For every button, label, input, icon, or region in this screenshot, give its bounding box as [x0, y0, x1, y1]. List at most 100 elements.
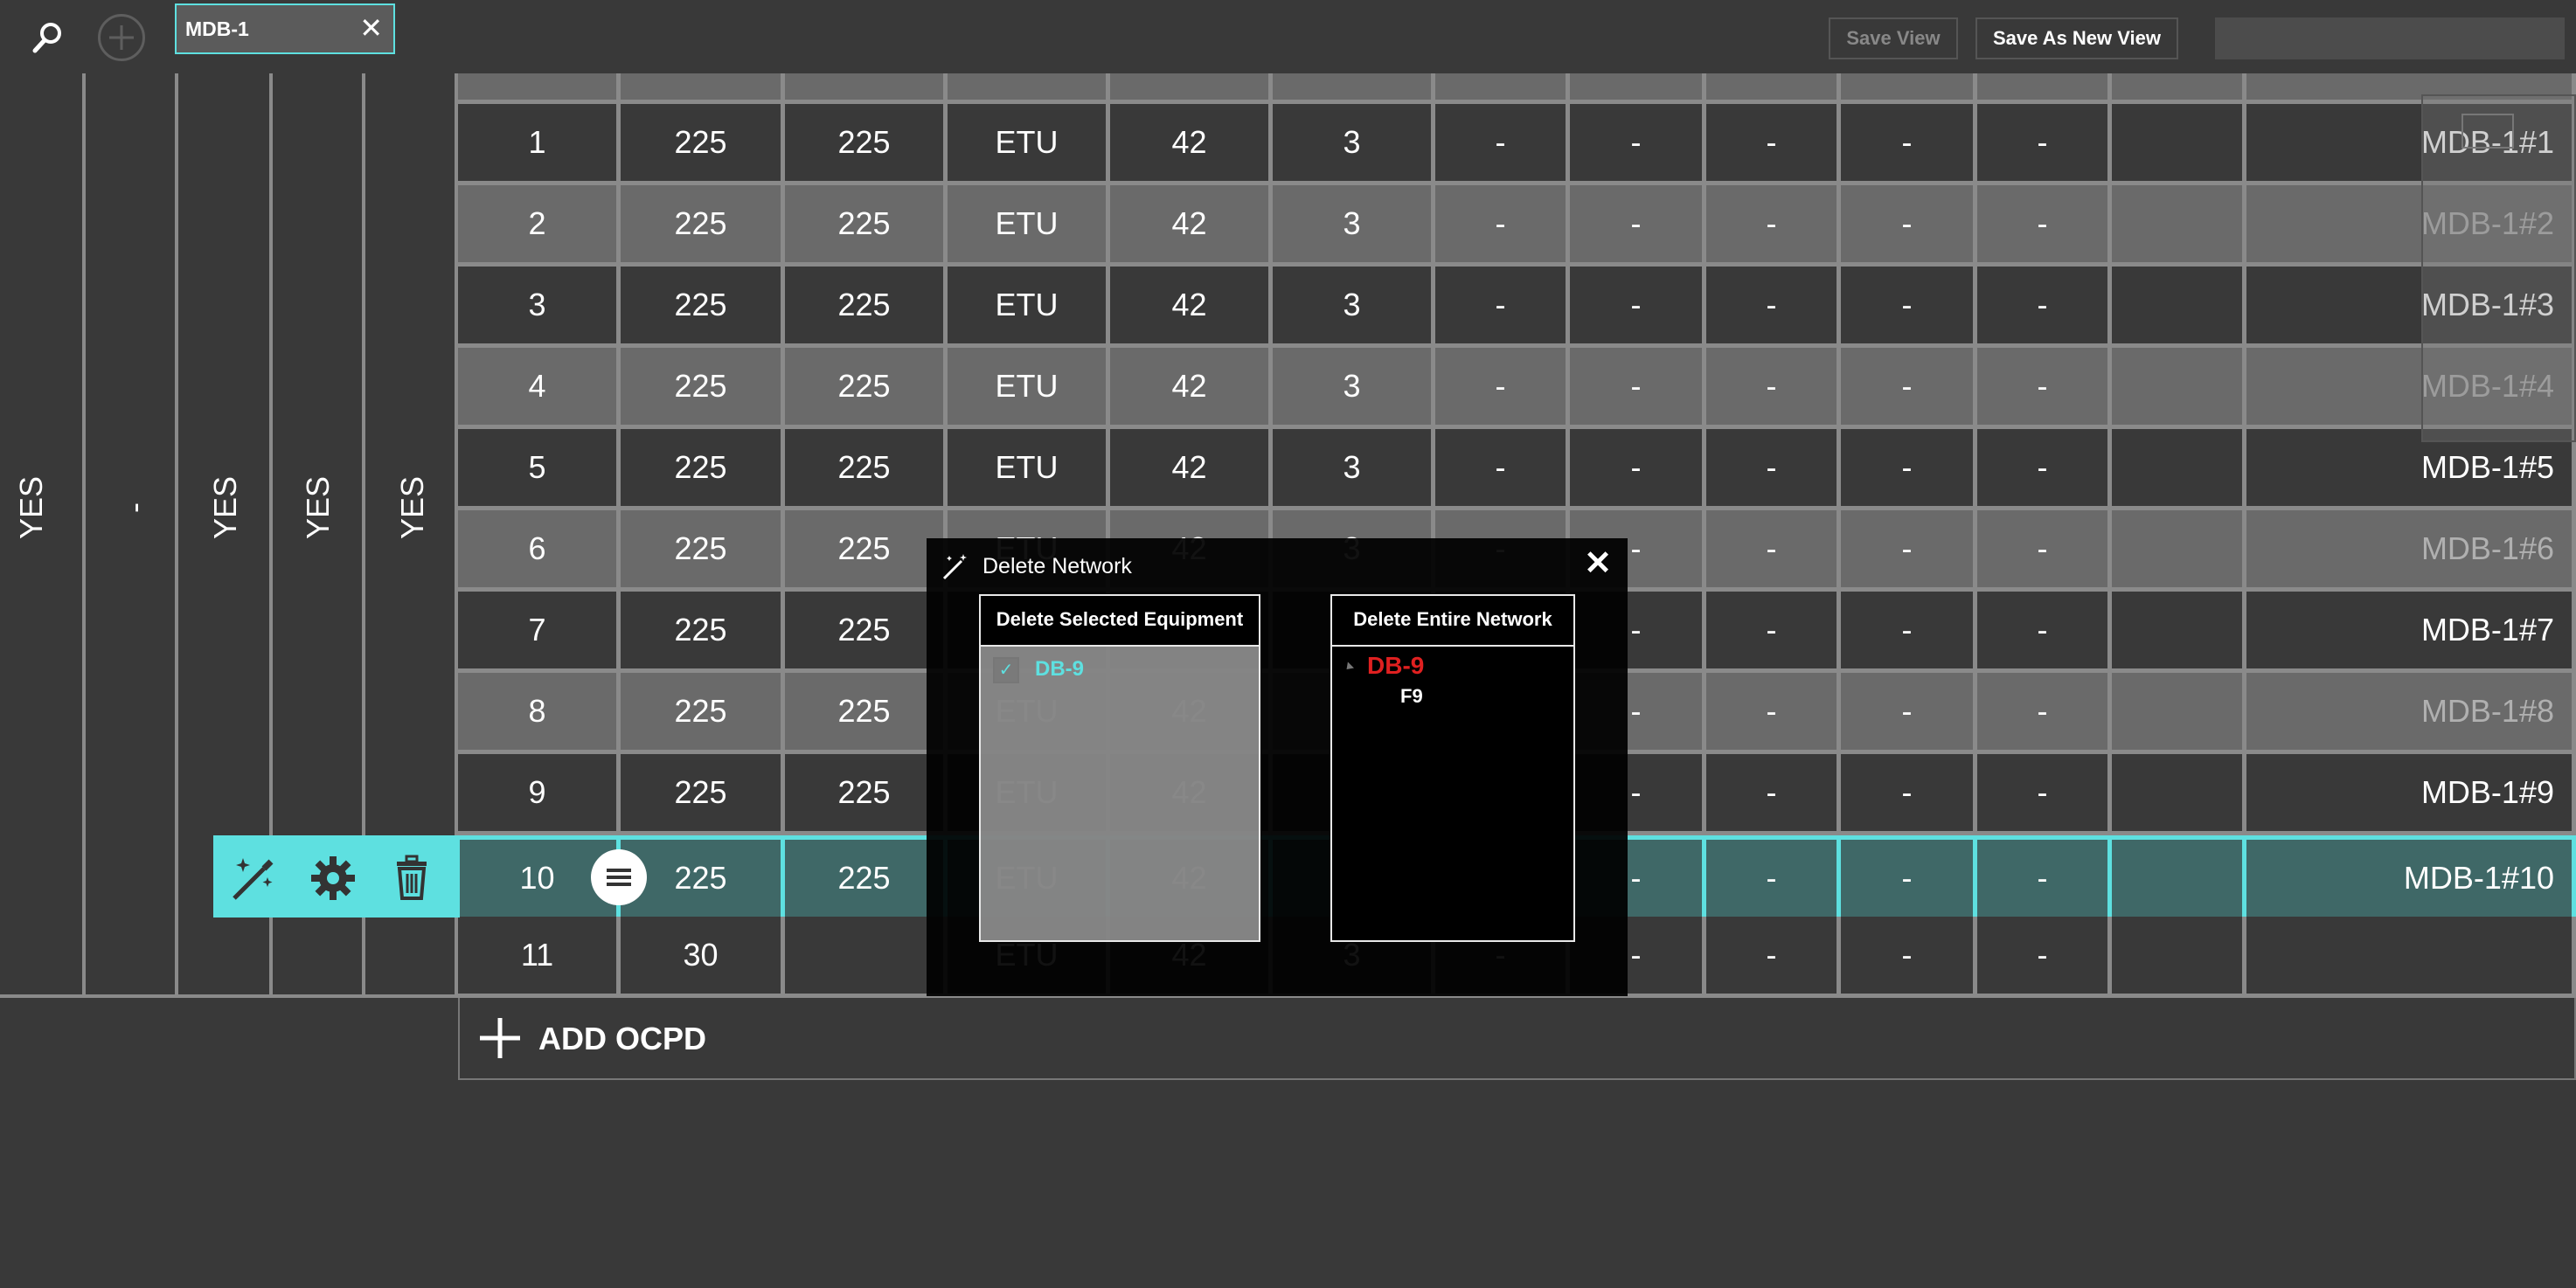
table-cell[interactable]: -: [1977, 185, 2112, 267]
table-cell[interactable]: 3: [1273, 267, 1435, 348]
table-cell[interactable]: -: [1977, 348, 2112, 429]
table-row[interactable]: 5 225 225 ETU 42 3- - - - - MDB-1#5: [458, 429, 2576, 510]
tree-expand-icon[interactable]: [1343, 661, 1355, 673]
table-cell[interactable]: -: [1706, 840, 1841, 921]
table-cell[interactable]: 42: [1110, 267, 1273, 348]
table-cell[interactable]: 225: [785, 510, 948, 592]
table-cell[interactable]: [2112, 754, 2246, 835]
table-cell[interactable]: -: [1706, 592, 1841, 673]
ocpd-name-cell[interactable]: MDB-1#10: [2246, 840, 2576, 921]
table-cell[interactable]: 7: [458, 592, 621, 673]
table-cell[interactable]: -: [1706, 104, 1841, 185]
table-row[interactable]: 1 225 225 ETU 42 3- - - - - MDB-1#1: [458, 104, 2576, 185]
table-cell[interactable]: 225: [621, 267, 785, 348]
table-cell[interactable]: -: [1841, 673, 1977, 754]
table-cell[interactable]: -: [1841, 104, 1977, 185]
table-cell[interactable]: ETU: [948, 104, 1110, 185]
close-icon[interactable]: ✕: [1584, 547, 1612, 580]
table-cell[interactable]: -: [1977, 917, 2112, 996]
table-row[interactable]: 2 225 225 ETU 42 3- - - - - MDB-1#2: [458, 185, 2576, 267]
table-cell[interactable]: -: [1570, 348, 1706, 429]
table-cell[interactable]: [1570, 73, 1706, 104]
table-cell[interactable]: 225: [621, 429, 785, 510]
delete-entire-network-button[interactable]: Delete Entire Network: [1332, 596, 1573, 647]
table-cell[interactable]: -: [1570, 104, 1706, 185]
add-ocpd-button[interactable]: ADD OCPD: [458, 998, 2576, 1080]
ocpd-name-cell[interactable]: [2246, 917, 2576, 996]
table-cell[interactable]: 42: [1110, 348, 1273, 429]
table-cell[interactable]: -: [1841, 348, 1977, 429]
table-cell[interactable]: [948, 73, 1110, 104]
table-cell[interactable]: 225: [621, 348, 785, 429]
table-cell[interactable]: [621, 73, 785, 104]
table-cell[interactable]: -: [1570, 267, 1706, 348]
table-cell[interactable]: 225: [621, 754, 785, 835]
table-cell[interactable]: [2112, 429, 2246, 510]
view-name-field[interactable]: [2215, 17, 2565, 59]
table-cell[interactable]: [785, 73, 948, 104]
table-cell[interactable]: 3: [1273, 348, 1435, 429]
table-cell[interactable]: -: [1841, 267, 1977, 348]
table-row[interactable]: 3 225 225 ETU 42 3- - - - - MDB-1#3: [458, 267, 2576, 348]
table-cell[interactable]: -: [1841, 185, 1977, 267]
table-cell[interactable]: -: [1841, 840, 1977, 921]
table-cell[interactable]: [2112, 673, 2246, 754]
table-cell[interactable]: 225: [621, 592, 785, 673]
ocpd-name-cell[interactable]: MDB-1#8: [2246, 673, 2576, 754]
table-row[interactable]: 4 225 225 ETU 42 3- - - - - MDB-1#4: [458, 348, 2576, 429]
save-view-button[interactable]: Save View: [1829, 17, 1958, 59]
table-cell[interactable]: 30: [621, 917, 785, 996]
table-cell[interactable]: 11: [458, 917, 621, 996]
table-cell[interactable]: [1841, 73, 1977, 104]
checkbox-icon[interactable]: ✓: [993, 657, 1019, 683]
table-cell[interactable]: 225: [785, 348, 948, 429]
close-icon[interactable]: ✕: [359, 14, 383, 42]
table-cell[interactable]: 8: [458, 673, 621, 754]
table-cell[interactable]: 3: [1273, 104, 1435, 185]
table-cell[interactable]: -: [1977, 267, 2112, 348]
table-cell[interactable]: -: [1841, 429, 1977, 510]
table-cell[interactable]: 42: [1110, 104, 1273, 185]
table-cell[interactable]: [2112, 840, 2246, 921]
table-cell[interactable]: [2112, 917, 2246, 996]
table-cell[interactable]: 225: [785, 429, 948, 510]
table-cell[interactable]: 3: [1273, 185, 1435, 267]
table-cell[interactable]: -: [1435, 104, 1570, 185]
table-cell[interactable]: 225: [785, 840, 948, 921]
table-cell[interactable]: 225: [785, 754, 948, 835]
table-cell[interactable]: 3: [458, 267, 621, 348]
overlay-handle[interactable]: [2461, 114, 2514, 149]
table-cell[interactable]: 225: [785, 267, 948, 348]
table-cell[interactable]: [1977, 73, 2112, 104]
table-cell[interactable]: [2112, 73, 2246, 104]
table-cell[interactable]: -: [1706, 185, 1841, 267]
search-icon[interactable]: [26, 16, 70, 59]
ocpd-name-cell[interactable]: MDB-1#7: [2246, 592, 2576, 673]
gear-icon[interactable]: [306, 851, 360, 905]
table-cell[interactable]: -: [1706, 917, 1841, 996]
ocpd-name-cell[interactable]: MDB-1#9: [2246, 754, 2576, 835]
magic-wand-icon[interactable]: [226, 851, 280, 905]
equipment-item-label[interactable]: DB-9: [1035, 657, 1084, 682]
table-cell[interactable]: -: [1435, 267, 1570, 348]
table-cell[interactable]: [785, 917, 948, 996]
table-cell[interactable]: -: [1706, 754, 1841, 835]
table-cell[interactable]: [2112, 592, 2246, 673]
tree-child-node[interactable]: F9: [1400, 685, 1423, 708]
table-cell[interactable]: ETU: [948, 348, 1110, 429]
table-cell[interactable]: ETU: [948, 429, 1110, 510]
table-cell[interactable]: 2: [458, 185, 621, 267]
save-as-new-view-button[interactable]: Save As New View: [1975, 17, 2178, 59]
table-cell[interactable]: [2112, 104, 2246, 185]
table-cell[interactable]: -: [1570, 185, 1706, 267]
table-cell[interactable]: 225: [621, 104, 785, 185]
table-cell[interactable]: 1: [458, 104, 621, 185]
table-cell[interactable]: -: [1706, 673, 1841, 754]
table-cell[interactable]: 6: [458, 510, 621, 592]
table-cell[interactable]: [1706, 73, 1841, 104]
table-cell[interactable]: 5: [458, 429, 621, 510]
table-cell[interactable]: -: [1435, 185, 1570, 267]
table-cell[interactable]: 225: [785, 592, 948, 673]
add-tab-icon[interactable]: [98, 14, 145, 61]
table-cell[interactable]: -: [1977, 429, 2112, 510]
